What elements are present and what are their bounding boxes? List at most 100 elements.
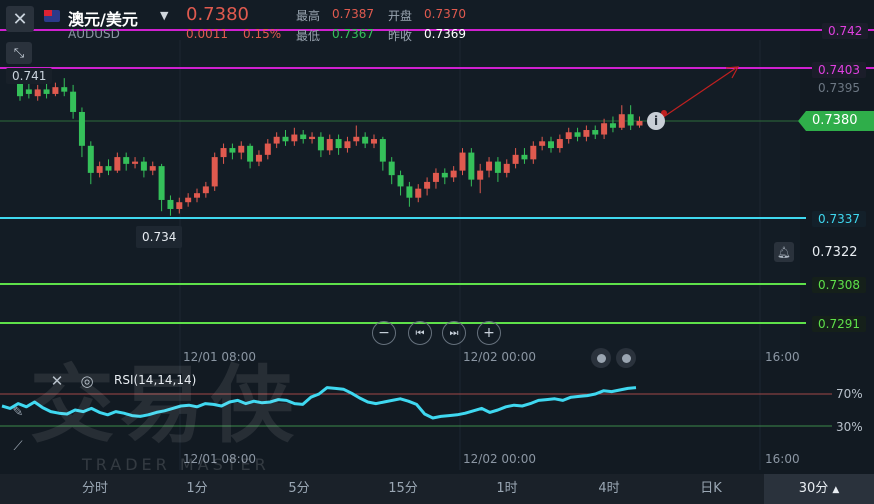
bell-icon: 🔔︎ <box>777 245 791 259</box>
candle-body <box>424 181 431 189</box>
current-price-tag: 0.7380 <box>798 111 874 131</box>
candle-body <box>468 152 475 180</box>
time-label-3: 16:00 <box>765 350 800 364</box>
zoom-out-button[interactable]: − <box>372 321 396 345</box>
candle-body <box>317 136 324 151</box>
candle-body <box>432 172 439 182</box>
tab-4hour[interactable]: 4时 <box>584 474 634 504</box>
settings-icon: ⟋ <box>13 438 23 454</box>
zoom-in-icon: + <box>483 325 495 341</box>
tab-fenshi[interactable]: 分时 <box>70 474 120 504</box>
watermark: 交易侠 <box>30 356 301 454</box>
candle-body <box>70 91 77 112</box>
candle-body <box>627 114 634 126</box>
shrink-button[interactable]: ⤡ <box>6 42 32 64</box>
close-button[interactable]: ✕ <box>6 6 34 32</box>
candle-body <box>450 170 457 178</box>
next-button[interactable]: ⏭ <box>442 321 466 345</box>
candle-body <box>362 136 369 144</box>
tab-day[interactable]: 日K <box>686 474 736 504</box>
candle-body <box>78 111 85 146</box>
rsi-level-high: 70% <box>836 387 863 401</box>
candle-body <box>34 89 41 97</box>
candle-body <box>539 141 546 146</box>
open-label: 开盘 <box>388 9 413 23</box>
tab-30min[interactable]: 30分 ▲ <box>764 474 874 504</box>
toggle-button-1[interactable] <box>591 348 611 368</box>
candle-body <box>397 175 404 187</box>
candle-body <box>61 87 68 92</box>
candle-body <box>176 202 183 209</box>
candle-body <box>52 87 59 94</box>
zoom-in-button[interactable]: + <box>477 321 501 345</box>
candle-body <box>406 186 413 198</box>
next-icon: ⏭ <box>449 327 459 339</box>
flag-icon <box>44 10 60 22</box>
draw-tool-2[interactable]: ⟋ <box>4 436 32 456</box>
candle-body <box>105 166 112 171</box>
line-label-07291: 0.7291 <box>812 316 866 332</box>
candle-body <box>238 145 245 153</box>
candle-body <box>503 163 510 173</box>
zoom-out-icon: − <box>378 325 390 341</box>
axis-label-07322: 0.7322 <box>812 245 858 260</box>
candle-body <box>477 170 484 180</box>
candle-body <box>609 123 616 128</box>
candle-body <box>211 157 218 187</box>
high-label: 最高 <box>296 9 321 23</box>
candle-body <box>300 134 307 140</box>
candle-body <box>548 141 554 149</box>
toggle-button-2[interactable] <box>616 348 636 368</box>
period-tab-bar <box>0 474 874 504</box>
candle-body <box>353 136 360 142</box>
candle-body <box>494 161 501 173</box>
candle-body <box>96 166 103 173</box>
alert-button[interactable]: 🔔︎ <box>774 242 794 262</box>
candle-body <box>459 152 466 171</box>
candle-body <box>149 166 156 171</box>
candle-body <box>220 148 227 158</box>
candle-body <box>291 134 298 142</box>
candle-body <box>229 148 236 153</box>
candle-body <box>255 154 262 162</box>
dropdown-icon[interactable]: ▼ <box>160 9 168 22</box>
candle-body <box>344 141 351 149</box>
low-label: 最低 <box>296 29 321 43</box>
eye-icon: ◎ <box>80 372 94 390</box>
candle-body <box>132 161 139 164</box>
candle-body <box>636 121 643 126</box>
candle-body <box>264 143 271 155</box>
prev-close-value: 0.7369 <box>424 27 466 41</box>
candle-body <box>601 123 608 135</box>
candle-body <box>194 193 200 198</box>
candle-body <box>185 197 192 203</box>
candle-body <box>574 132 581 137</box>
info-icon[interactable]: i <box>647 112 665 130</box>
candle-body <box>114 157 121 171</box>
time-label-2: 12/02 00:00 <box>463 350 536 364</box>
candle-body <box>87 145 94 173</box>
indicator-settings-button[interactable]: ◎ <box>78 372 96 390</box>
min-annotation: 0.734 <box>136 226 183 248</box>
candle-body <box>273 136 280 144</box>
low-value: 0.7367 <box>332 27 374 41</box>
tab-1hour[interactable]: 1时 <box>482 474 532 504</box>
line-label-07403: 0.7403 <box>812 62 866 78</box>
candle-body <box>565 132 572 140</box>
draw-tool-1[interactable]: ✎ <box>4 402 32 422</box>
tab-1min[interactable]: 1分 <box>172 474 222 504</box>
prev-button[interactable]: ⏮ <box>408 321 432 345</box>
shrink-icon: ⤡ <box>13 45 25 61</box>
candle-body <box>123 157 130 164</box>
open-value: 0.7370 <box>424 7 466 21</box>
close-indicator-button[interactable]: ✕ <box>48 372 66 390</box>
candle-body <box>25 89 32 94</box>
candle-body <box>521 154 528 160</box>
time-label-2b: 12/02 00:00 <box>463 452 536 466</box>
tab-5min[interactable]: 5分 <box>274 474 324 504</box>
line-label-07308: 0.7308 <box>812 277 866 293</box>
candle-body <box>583 130 590 137</box>
current-price: 0.7380 <box>186 4 249 25</box>
tab-15min[interactable]: 15分 <box>378 474 428 504</box>
candle-body <box>140 161 147 171</box>
